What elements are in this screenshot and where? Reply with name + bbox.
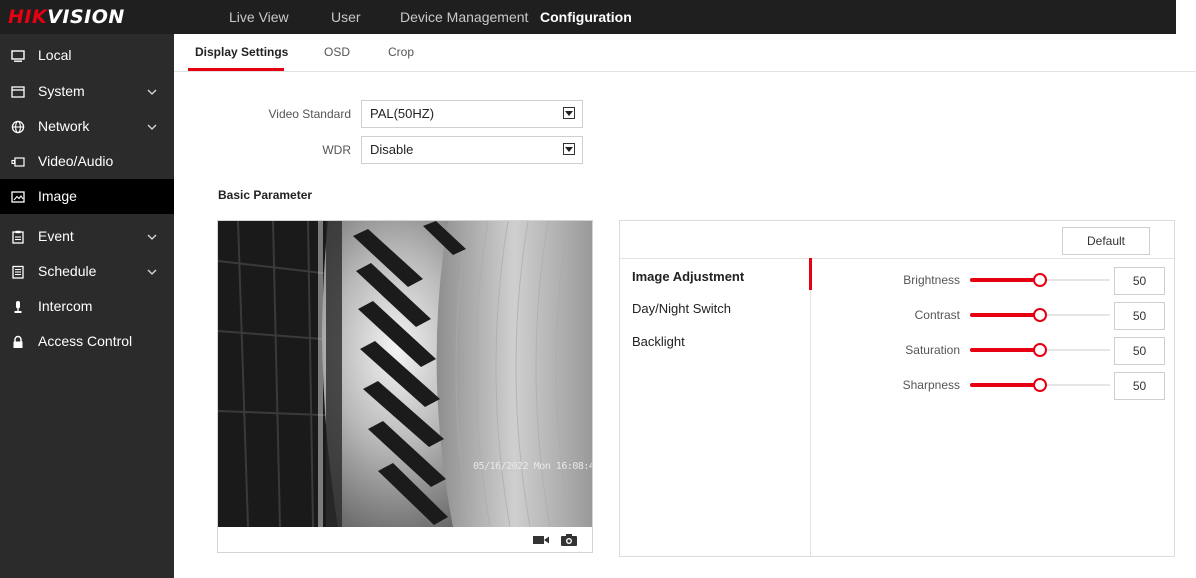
system-window-icon	[11, 85, 25, 99]
panel-nav-day-night-switch[interactable]: Day/Night Switch	[632, 301, 731, 316]
sidebar-item-label: Video/Audio	[38, 153, 114, 169]
camera-image	[218, 221, 592, 527]
active-tab-indicator	[188, 68, 284, 71]
video-standard-select[interactable]: PAL(50HZ)	[361, 100, 583, 128]
live-video-frame[interactable]: 05/16/2022 Mon 16:08:47	[218, 221, 592, 527]
video-standard-label: Video Standard	[268, 107, 351, 121]
sidebar-item-schedule[interactable]: Schedule	[0, 254, 174, 289]
nav-device-management[interactable]: Device Management	[400, 0, 528, 34]
panel-nav-backlight[interactable]: Backlight	[632, 334, 685, 349]
sidebar-item-label: Access Control	[38, 333, 133, 349]
contrast-slider-fill	[970, 313, 1040, 317]
sidebar-item-label: Network	[38, 118, 90, 134]
slider-row-contrast: Contrast	[810, 302, 1174, 330]
saturation-slider-fill	[970, 348, 1040, 352]
chevron-down-icon[interactable]	[563, 143, 575, 155]
wdr-value: Disable	[370, 142, 414, 157]
sidebar-item-label: Image	[38, 188, 77, 204]
chevron-down-icon[interactable]	[563, 107, 575, 119]
sidebar-item-intercom[interactable]: Intercom	[0, 289, 174, 324]
chevron-down-icon[interactable]	[146, 254, 158, 289]
sidebar-item-local[interactable]: Local	[0, 38, 174, 73]
brightness-input[interactable]	[1114, 267, 1165, 295]
image-icon	[11, 190, 25, 204]
wdr-select[interactable]: Disable	[361, 136, 583, 164]
monitor-icon	[11, 49, 25, 63]
wdr-label: WDR	[322, 143, 351, 157]
video-standard-value: PAL(50HZ)	[370, 106, 435, 121]
saturation-input[interactable]	[1114, 337, 1165, 365]
chevron-down-icon[interactable]	[146, 219, 158, 254]
sidebar-item-label: Schedule	[38, 263, 97, 279]
contrast-slider-thumb[interactable]	[1033, 308, 1047, 322]
sidebar-item-label: Local	[38, 47, 72, 63]
sidebar: Local System Network Video/Audio Image E…	[0, 34, 174, 578]
sidebar-item-label: System	[38, 83, 85, 99]
chevron-down-icon[interactable]	[146, 109, 158, 144]
default-button[interactable]: Default	[1062, 227, 1150, 255]
video-record-icon[interactable]	[532, 533, 550, 547]
tab-bar: Display Settings OSD Crop	[174, 34, 1196, 72]
tab-crop[interactable]: Crop	[388, 34, 414, 71]
chevron-down-icon[interactable]	[146, 74, 158, 109]
saturation-label: Saturation	[905, 343, 960, 357]
section-title-basic-parameter: Basic Parameter	[218, 188, 313, 202]
video-preview: 05/16/2022 Mon 16:08:47	[217, 220, 593, 553]
brightness-slider-fill	[970, 278, 1040, 282]
sidebar-item-system[interactable]: System	[0, 74, 174, 109]
contrast-slider[interactable]	[970, 308, 1110, 322]
nav-live-view[interactable]: Live View	[229, 0, 289, 34]
sharpness-slider-fill	[970, 383, 1040, 387]
saturation-slider[interactable]	[970, 343, 1110, 357]
image-settings-panel: Default Image Adjustment Day/Night Switc…	[619, 220, 1175, 557]
microphone-icon	[11, 300, 25, 314]
panel-nav-image-adjustment[interactable]: Image Adjustment	[632, 269, 744, 284]
tab-osd[interactable]: OSD	[324, 34, 350, 71]
nav-configuration[interactable]: Configuration	[540, 0, 632, 34]
schedule-list-icon	[11, 265, 25, 279]
clipboard-icon	[11, 230, 25, 244]
slider-row-sharpness: Sharpness	[810, 372, 1174, 400]
sharpness-label: Sharpness	[902, 378, 960, 392]
top-nav-background: HIKVISION Live View User Device Manageme…	[0, 0, 1176, 34]
sidebar-item-image[interactable]: Image	[0, 179, 174, 214]
contrast-input[interactable]	[1114, 302, 1165, 330]
nav-user[interactable]: User	[331, 0, 361, 34]
sharpness-slider[interactable]	[970, 378, 1110, 392]
sidebar-item-event[interactable]: Event	[0, 219, 174, 254]
saturation-slider-thumb[interactable]	[1033, 343, 1047, 357]
sharpness-slider-thumb[interactable]	[1033, 378, 1047, 392]
video-toolbar	[218, 527, 592, 552]
contrast-label: Contrast	[914, 308, 960, 322]
sidebar-item-access-control[interactable]: Access Control	[0, 324, 174, 359]
slider-row-saturation: Saturation	[810, 337, 1174, 365]
sidebar-item-label: Intercom	[38, 298, 93, 314]
top-bar: HIKVISION Live View User Device Manageme…	[0, 0, 1196, 34]
sidebar-item-label: Event	[38, 228, 74, 244]
sidebar-item-network[interactable]: Network	[0, 109, 174, 144]
slider-row-brightness: Brightness	[810, 267, 1174, 295]
globe-icon	[11, 120, 25, 134]
brightness-label: Brightness	[903, 273, 960, 287]
sharpness-input[interactable]	[1114, 372, 1165, 400]
tab-display-settings[interactable]: Display Settings	[195, 34, 288, 71]
hikvision-logo: HIKVISION	[8, 6, 125, 28]
lock-icon	[11, 335, 25, 349]
camera-capture-icon[interactable]	[560, 533, 578, 547]
camera-icon	[11, 155, 25, 169]
brightness-slider-thumb[interactable]	[1033, 273, 1047, 287]
panel-header: Default	[620, 221, 1174, 259]
video-timestamp-overlay: 05/16/2022 Mon 16:08:47	[473, 461, 592, 472]
sidebar-item-video-audio[interactable]: Video/Audio	[0, 144, 174, 179]
brightness-slider[interactable]	[970, 273, 1110, 287]
